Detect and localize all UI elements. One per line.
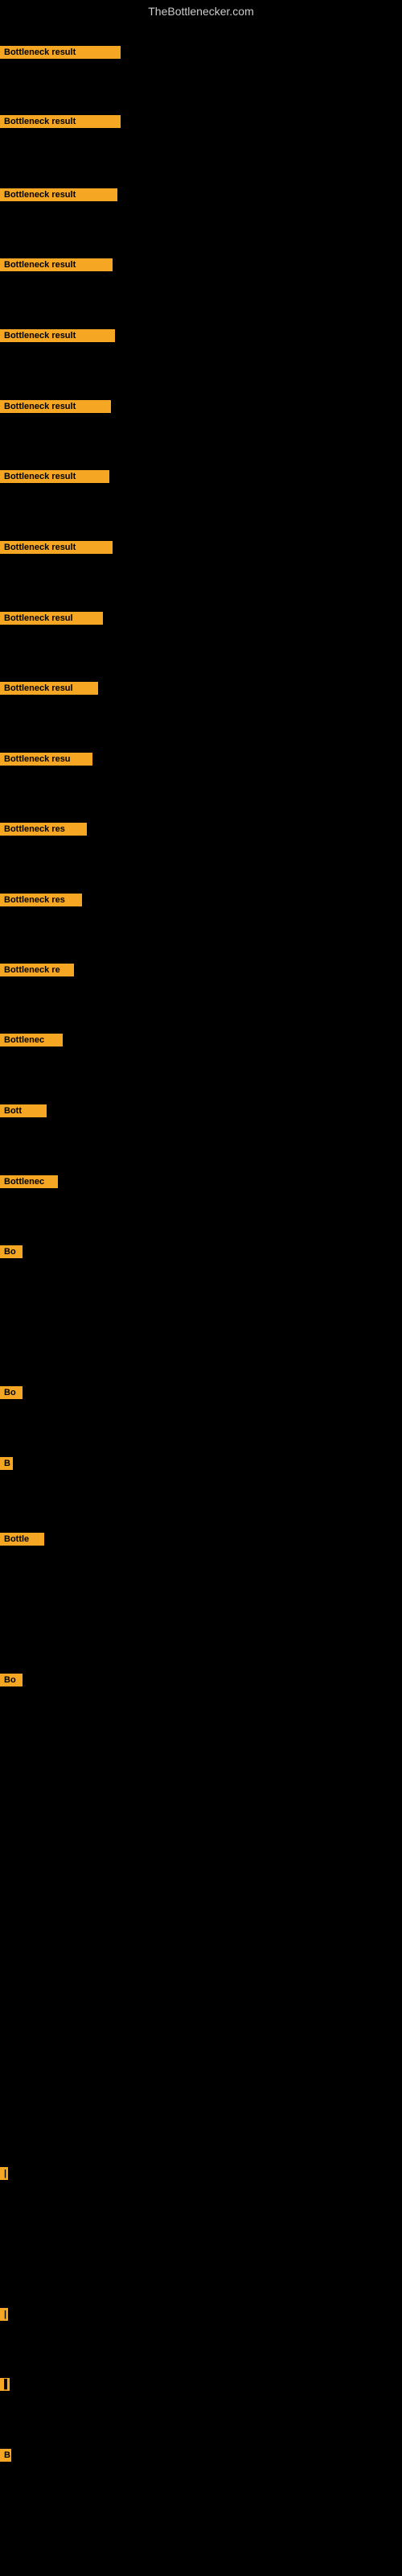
bottleneck-badge-b3: Bottleneck result (0, 188, 117, 201)
bottleneck-badge-b35: B (0, 2449, 11, 2462)
bottleneck-badge-b17: Bottlenec (0, 1175, 58, 1188)
bottleneck-badge-b34: ▌ (0, 2378, 10, 2391)
bottleneck-badge-b33: | (0, 2308, 8, 2321)
bottleneck-badge-b7: Bottleneck result (0, 470, 109, 483)
bottleneck-badge-b13: Bottleneck res (0, 894, 82, 906)
bottleneck-badge-b12: Bottleneck res (0, 823, 87, 836)
bottleneck-badge-b22: Bottle (0, 1533, 44, 1546)
bottleneck-badge-b21: B (0, 1457, 13, 1470)
bottleneck-badge-b2: Bottleneck result (0, 115, 121, 128)
bottleneck-badge-b6: Bottleneck result (0, 400, 111, 413)
bottleneck-badge-b5: Bottleneck result (0, 329, 115, 342)
bottleneck-badge-b20: Bo (0, 1386, 23, 1399)
bottleneck-badge-b1: Bottleneck result (0, 46, 121, 59)
bottleneck-badge-b8: Bottleneck result (0, 541, 113, 554)
bottleneck-badge-b4: Bottleneck result (0, 258, 113, 271)
bottleneck-badge-b9: Bottleneck resul (0, 612, 103, 625)
bottleneck-badge-b11: Bottleneck resu (0, 753, 92, 766)
site-title: TheBottlenecker.com (0, 0, 402, 23)
bottleneck-badge-b15: Bottlenec (0, 1034, 63, 1046)
bottleneck-badge-b14: Bottleneck re (0, 964, 74, 976)
bottleneck-badge-b31: | (0, 2167, 8, 2180)
bottleneck-badge-b16: Bott (0, 1104, 47, 1117)
bottleneck-badge-b24: Bo (0, 1674, 23, 1686)
bottleneck-badge-b10: Bottleneck resul (0, 682, 98, 695)
bottleneck-badge-b18: Bo (0, 1245, 23, 1258)
